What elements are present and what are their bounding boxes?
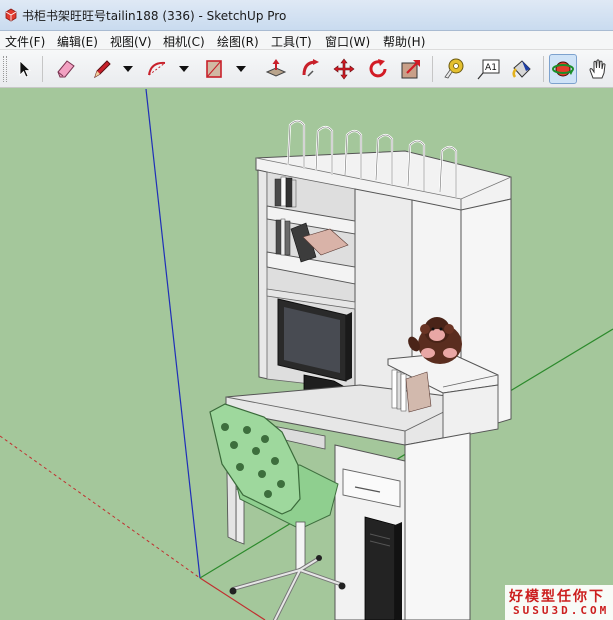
rotate-icon: [369, 59, 387, 78]
push-pull-icon: [265, 59, 287, 77]
watermark-slogan: 好模型任你下: [509, 589, 605, 605]
pc-tower: [364, 516, 396, 620]
push-pull-tool-button[interactable]: [262, 54, 290, 84]
select-tool-button[interactable]: [11, 54, 39, 84]
bookshelf-desk-model[interactable]: [225, 119, 512, 620]
pencil-line-icon: [94, 60, 111, 79]
arc-dropdown-chevron-down-icon[interactable]: [179, 65, 189, 73]
rectangle-icon: [206, 60, 222, 78]
sketchup-app-icon: [5, 8, 17, 22]
menu-draw[interactable]: 绘图(R): [217, 33, 259, 50]
toolbar-separator: [543, 56, 544, 82]
follow-me-icon: [302, 59, 319, 77]
move-icon: [333, 58, 355, 80]
watermark-badge: 好模型任你下 SUSU3D.COM: [505, 585, 613, 620]
arc-tool-button[interactable]: [143, 54, 171, 84]
chair-star-base: [231, 557, 342, 620]
scale-icon: [401, 60, 420, 79]
menu-view[interactable]: 视图(V): [110, 33, 152, 50]
tape-measure-icon: [444, 58, 464, 79]
menu-tools[interactable]: 工具(T): [271, 33, 312, 50]
select-arrow-icon: [19, 60, 32, 78]
menu-help[interactable]: 帮助(H): [383, 33, 425, 50]
text-label-icon: A1: [477, 59, 500, 80]
scale-tool-button[interactable]: [397, 54, 425, 84]
toolbar-separator: [432, 56, 433, 82]
pan-hand-icon: [589, 59, 606, 79]
eraser-tool-button[interactable]: [52, 54, 80, 84]
orbit-tool-button[interactable]: [549, 54, 577, 84]
paint-bucket-icon: [512, 60, 531, 78]
orbit-icon: [552, 61, 574, 77]
menu-file[interactable]: 文件(F): [5, 33, 45, 50]
modeling-viewport[interactable]: [0, 89, 613, 620]
line-dropdown-chevron-down-icon[interactable]: [123, 65, 133, 73]
main-toolbar: A1: [0, 50, 613, 88]
arc-icon: [148, 61, 166, 76]
title-bar: 书柜书架旺旺号tailin188 (336) - SketchUp Pro: [0, 0, 613, 31]
scene-canvas[interactable]: [0, 89, 613, 620]
books-upper-shelf: [274, 176, 297, 208]
rectangle-dropdown-chevron-down-icon[interactable]: [236, 65, 246, 73]
menu-bar: 文件(F) 编辑(E) 视图(V) 相机(C) 绘图(R) 工具(T) 窗口(W…: [0, 31, 613, 50]
pan-tool-button[interactable]: [584, 54, 612, 84]
paint-bucket-tool-button[interactable]: [508, 54, 536, 84]
rotate-tool-button[interactable]: [364, 54, 392, 84]
toolbar-grip[interactable]: [3, 56, 7, 82]
menu-window[interactable]: 窗口(W): [325, 33, 370, 50]
red-axis-negative: [0, 435, 201, 579]
menu-camera[interactable]: 相机(C): [163, 33, 205, 50]
eraser-icon: [57, 60, 75, 78]
text-tool-button[interactable]: A1: [474, 54, 502, 84]
watermark-site: SUSU3D.COM: [513, 604, 610, 617]
move-tool-button[interactable]: [330, 54, 358, 84]
line-tool-button[interactable]: [88, 54, 116, 84]
blue-axis: [145, 89, 201, 579]
tape-measure-tool-button[interactable]: [441, 54, 469, 84]
text-tool-a1-label: A1: [485, 63, 497, 73]
menu-edit[interactable]: 编辑(E): [57, 33, 98, 50]
chair-gas-column: [295, 521, 306, 571]
window-title: 书柜书架旺旺号tailin188 (336) - SketchUp Pro: [22, 9, 287, 23]
rectangle-tool-button[interactable]: [200, 54, 228, 84]
follow-me-tool-button[interactable]: [297, 54, 325, 84]
toolbar-separator: [42, 56, 43, 82]
